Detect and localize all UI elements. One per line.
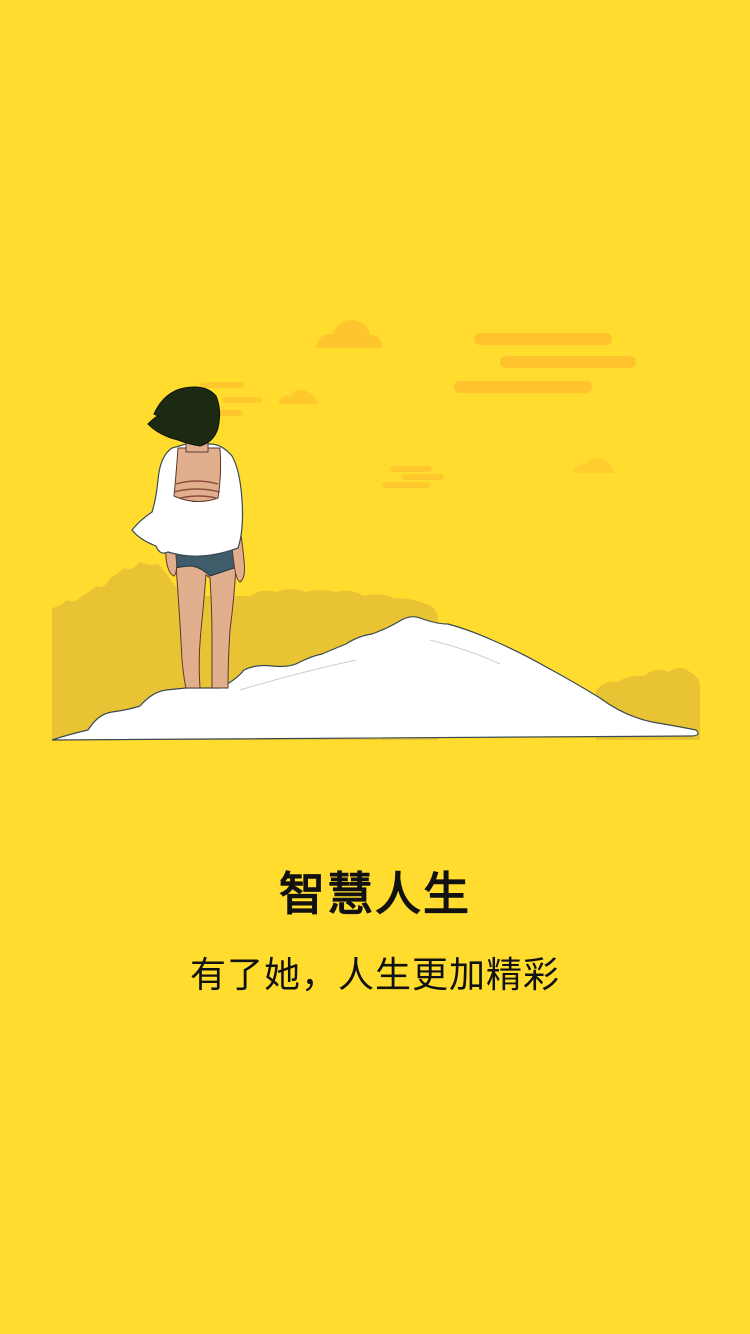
girl-on-hill-illustration: [51, 320, 700, 741]
cloud-bars: [382, 466, 444, 488]
onboarding-screen[interactable]: 智慧人生 有了她，人生更加精彩: [0, 0, 750, 1334]
clouds: [200, 320, 636, 488]
back: [173, 447, 222, 502]
onboarding-subtitle: 有了她，人生更加精彩: [189, 955, 560, 996]
cloud-shape: [278, 389, 318, 404]
cloud-shape: [572, 458, 614, 473]
cloud-shape: [316, 320, 382, 348]
cloud-bars: [454, 333, 636, 393]
onboarding-title: 智慧人生: [279, 867, 471, 921]
hair: [147, 386, 221, 447]
